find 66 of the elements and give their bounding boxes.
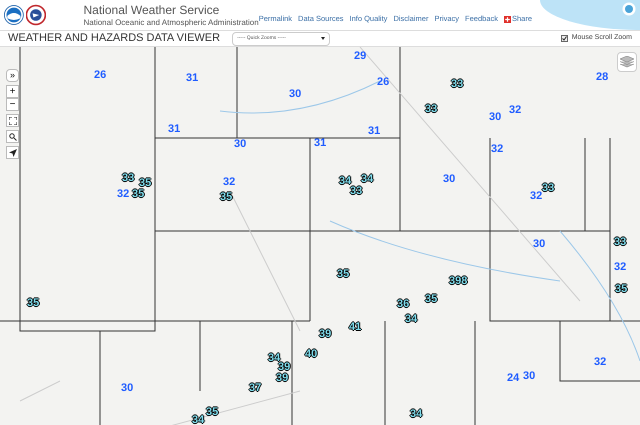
temperature-label: 32 [594,357,606,368]
temperature-label: 35 [132,189,144,200]
temperature-label: 33 [542,183,554,194]
temperature-label: 35 [615,284,628,295]
doc-logo-icon [622,2,636,16]
temperature-label: 30 [289,89,302,100]
temperature-label: 30 [489,112,502,123]
locate-button[interactable] [6,146,19,159]
temperature-label: 33 [614,237,626,248]
temperature-label: 34 [192,415,204,425]
expand-button[interactable]: » [6,69,19,82]
temperature-label: 33 [425,104,438,115]
zoom-in-button[interactable]: + [6,85,19,98]
temperature-label: 35 [139,178,152,189]
temperature-label: 32 [509,105,522,116]
temperature-label: 34 [405,314,418,325]
nws-logo-icon [26,3,46,27]
temperature-label: 41 [349,322,362,333]
layers-button[interactable] [617,52,637,72]
temperature-label: 30 [121,383,134,394]
temperature-label: 33 [122,173,134,184]
temperature-label: 34 [410,409,422,420]
temperature-label: 26 [94,70,106,81]
temperature-label: 398 [449,276,468,287]
temperature-label: 30 [533,239,546,250]
temperature-label: 32 [117,189,130,200]
temperature-label: 33 [350,186,362,197]
temperature-label: 30 [234,139,246,150]
temperature-label: 33 [451,79,464,90]
temperature-label: 32 [530,191,542,202]
noaa-logo-icon [4,3,24,27]
temperature-label: 35 [206,407,218,418]
temperature-label: 32 [491,144,504,155]
viewer-title: WEATHER AND HAZARDS DATA VIEWER [8,31,220,46]
plus-icon [504,16,511,22]
temperature-label: 35 [425,294,438,305]
search-button[interactable] [6,130,19,143]
temperature-label: 30 [443,174,456,185]
temperature-label: 31 [186,73,198,84]
fullscreen-button[interactable] [6,114,19,127]
temperature-label: 31 [368,126,380,137]
site-subtitle: National Oceanic and Atmospheric Administration [84,18,259,28]
temperature-label: 34 [339,176,352,187]
temperature-label: 37 [249,383,262,394]
temperature-label: 34 [361,174,374,185]
temperature-label: 32 [223,177,236,188]
temperature-label: 35 [337,269,350,280]
temperature-label: 35 [27,298,40,309]
temperature-label: 39 [276,373,288,384]
temperature-label: 30 [523,371,536,382]
temperature-label: 31 [168,124,180,135]
temperature-label: 28 [596,72,608,83]
site-title: National Weather Service [84,2,220,18]
temperature-label: 39 [319,329,332,340]
temperature-label: 36 [397,299,410,310]
caret-icon [321,37,326,40]
temperature-label: 31 [314,138,326,149]
temperature-label: 39 [278,362,290,373]
temperature-label: 24 [507,373,520,384]
temperature-label: 29 [354,51,366,62]
zoom-out-button[interactable]: − [6,98,19,111]
temperature-label: 26 [377,77,390,88]
temperature-label: 35 [220,192,232,203]
temperature-label: 40 [305,349,318,360]
temperature-label: 32 [614,262,626,273]
checkbox[interactable] [560,35,568,42]
